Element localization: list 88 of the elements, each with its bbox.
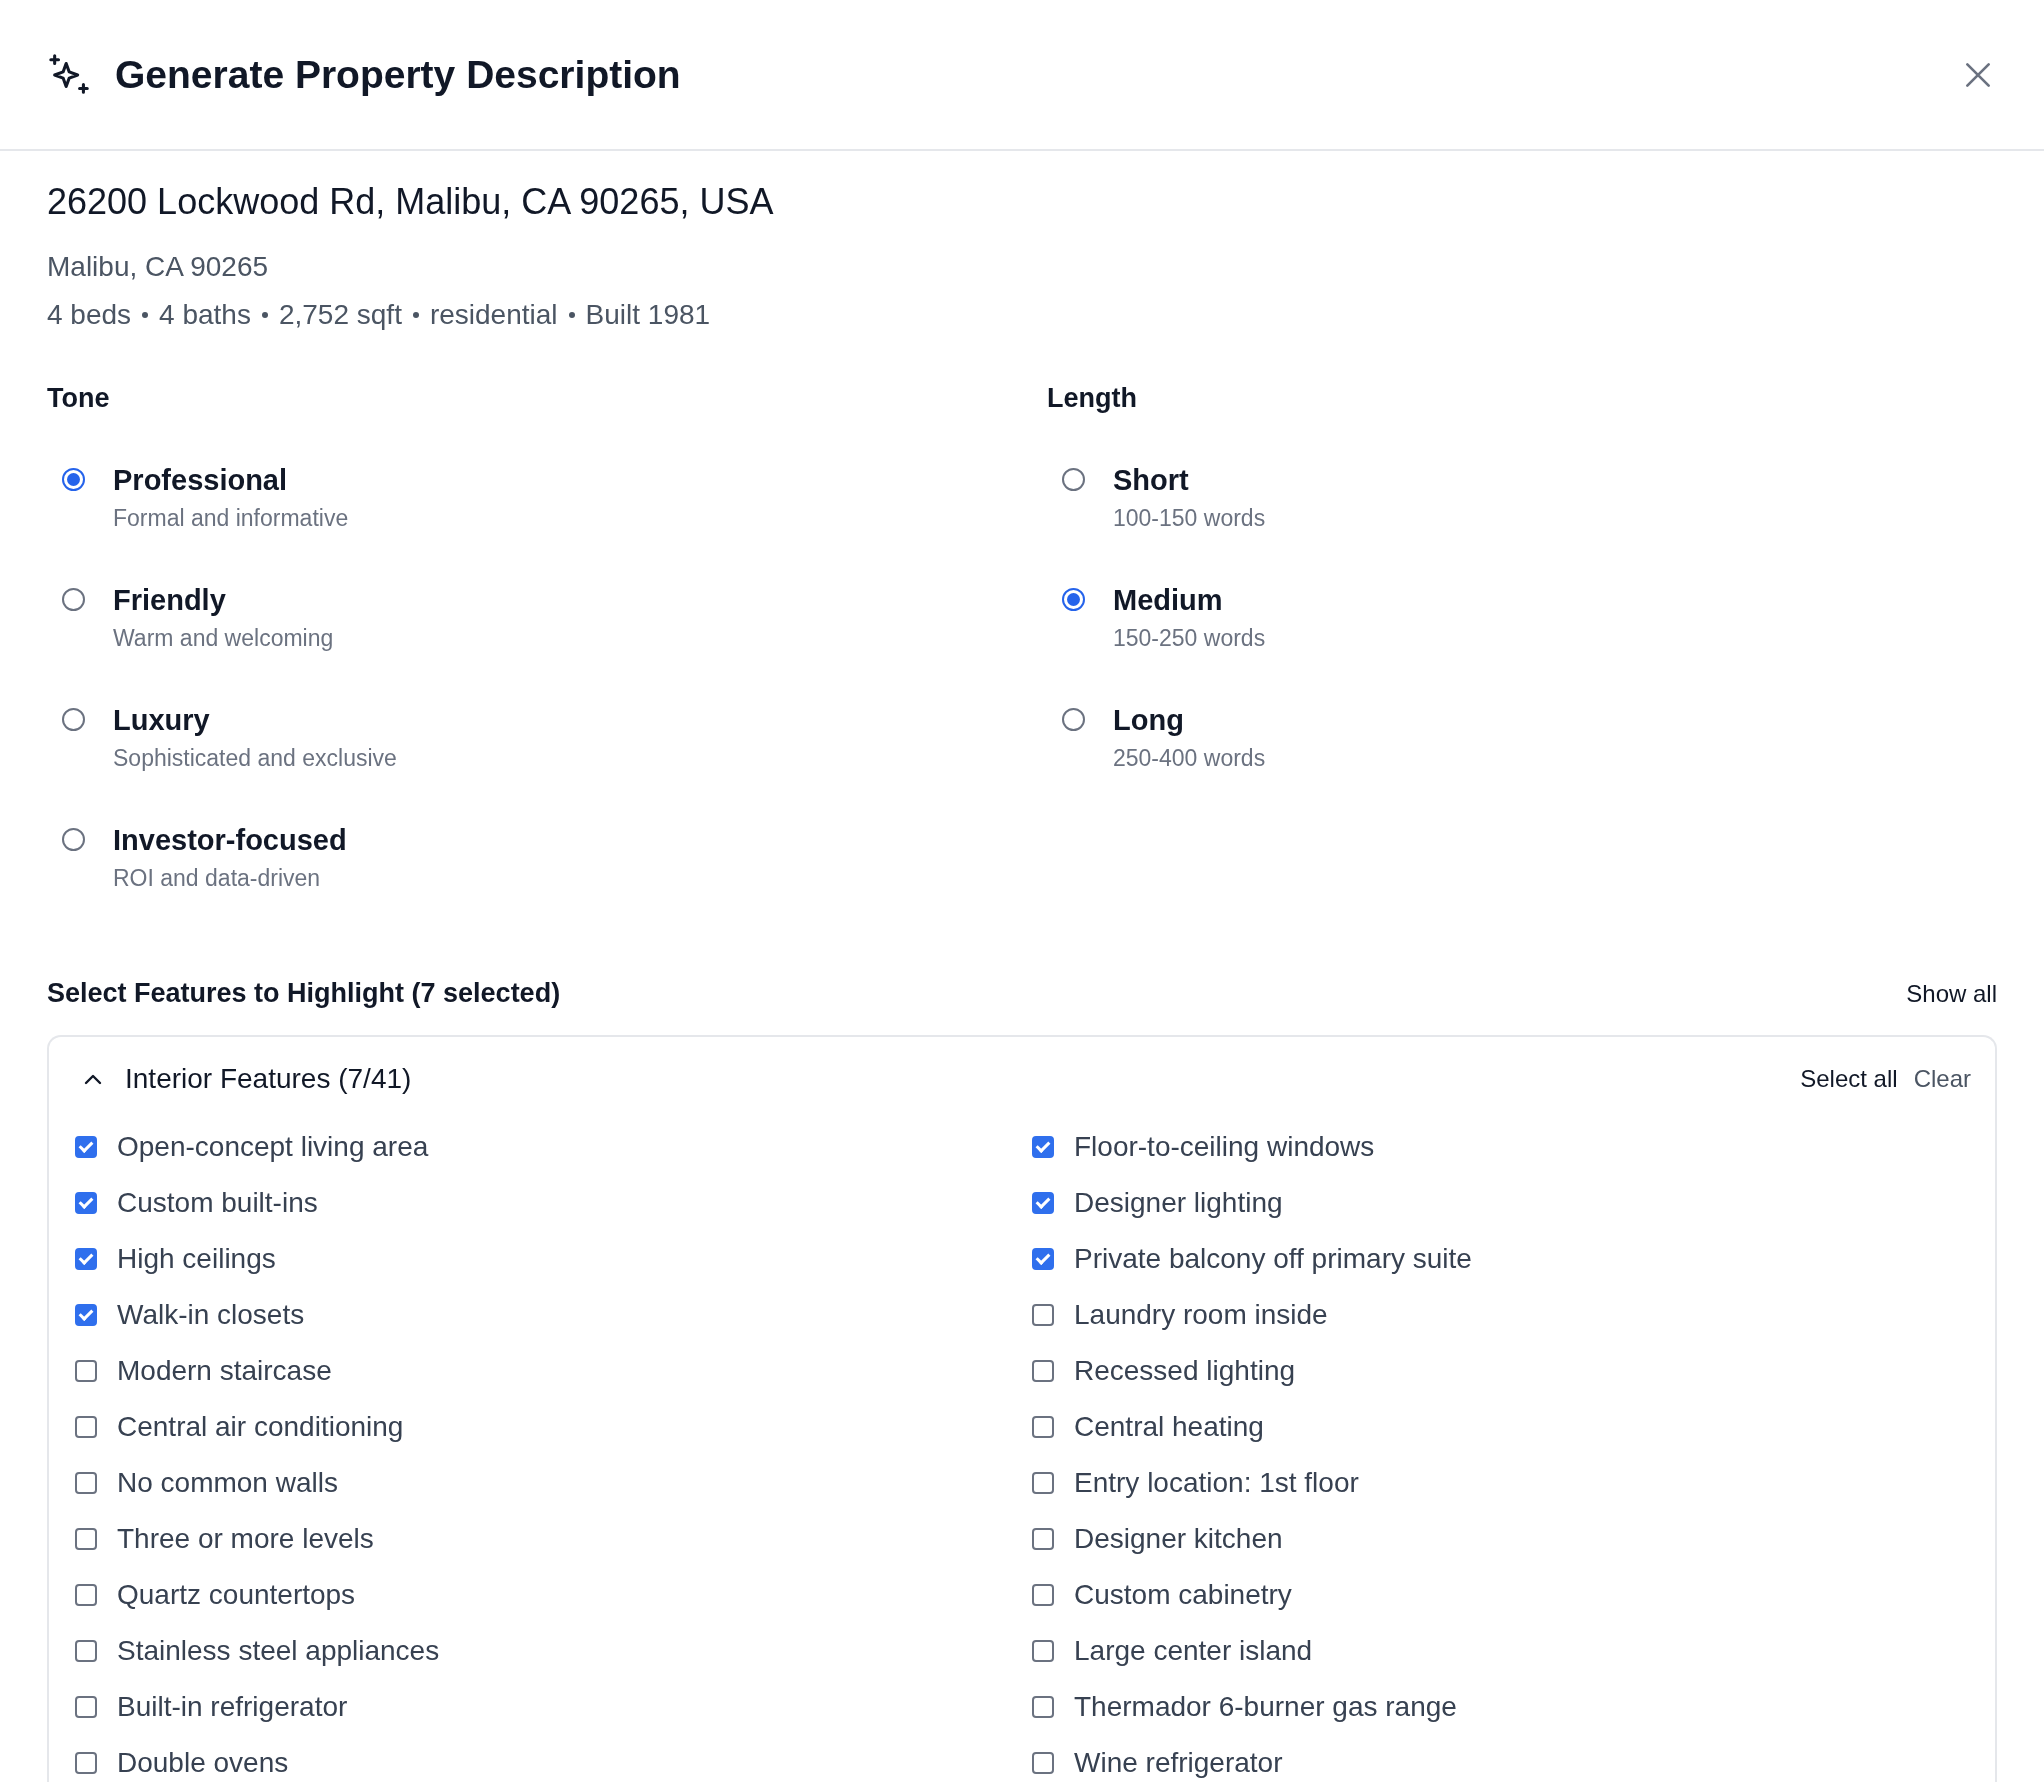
- property-fact: 2,752 sqft: [278, 299, 402, 331]
- feature-label: Wine refrigerator: [1074, 1747, 1283, 1779]
- property-fact: Built 1981: [585, 299, 711, 331]
- checkbox[interactable]: [1032, 1472, 1054, 1494]
- checkbox[interactable]: [1032, 1192, 1054, 1214]
- option-title: Friendly: [113, 584, 227, 617]
- feature-label: Stainless steel appliances: [117, 1635, 440, 1667]
- option-title: Medium: [1113, 584, 1224, 617]
- checkbox[interactable]: [1032, 1640, 1054, 1662]
- feature-label: Private balcony off primary suite: [1074, 1243, 1472, 1275]
- checkbox[interactable]: [1032, 1136, 1054, 1158]
- radio-button[interactable]: [62, 828, 85, 851]
- feature-label: Laundry room inside: [1074, 1299, 1328, 1331]
- option-title: Investor-focused: [113, 824, 347, 857]
- feature-label: High ceilings: [117, 1243, 276, 1275]
- feature-label: Entry location: 1st floor: [1074, 1467, 1359, 1499]
- radio-button[interactable]: [1062, 588, 1085, 611]
- separator-dot: [568, 312, 575, 318]
- features-heading: Select Features to Highlight (7 selected): [47, 978, 561, 1009]
- property-address: 26200 Lockwood Rd, Malibu, CA 90265, USA: [47, 181, 775, 223]
- property-fact: residential: [429, 299, 558, 331]
- feature-label: Large center island: [1074, 1635, 1313, 1667]
- option-title: Luxury: [113, 704, 211, 737]
- option-title: Long: [1113, 704, 1185, 737]
- property-locality: Malibu, CA 90265: [47, 251, 270, 283]
- checkbox[interactable]: [75, 1360, 97, 1382]
- group-label: Tone: [47, 383, 111, 414]
- radio-button[interactable]: [1062, 708, 1085, 731]
- option-description: 100-150 words: [1113, 505, 1266, 532]
- checkbox[interactable]: [75, 1136, 97, 1158]
- checkbox[interactable]: [75, 1752, 97, 1774]
- show-all-link[interactable]: Show all: [1906, 979, 1997, 1008]
- group-label: Length: [1047, 383, 1138, 414]
- option-description: ROI and data-driven: [113, 865, 322, 892]
- checkbox[interactable]: [1032, 1528, 1054, 1550]
- checkbox[interactable]: [75, 1584, 97, 1606]
- feature-group-title: Interior Features (7/41): [125, 1063, 413, 1095]
- feature-label: Designer kitchen: [1074, 1523, 1283, 1555]
- option-title: Short: [1113, 464, 1190, 497]
- feature-label: No common walls: [117, 1467, 338, 1499]
- separator-dot: [142, 312, 149, 318]
- option-description: 150-250 words: [1113, 625, 1266, 652]
- clear-link[interactable]: Clear: [1913, 1065, 1971, 1093]
- checkbox[interactable]: [75, 1472, 97, 1494]
- feature-label: Built-in refrigerator: [117, 1691, 348, 1723]
- option-description: Formal and informative: [113, 505, 349, 532]
- feature-label: Central heating: [1074, 1411, 1264, 1443]
- option-title: Professional: [113, 464, 289, 497]
- feature-label: Thermador 6-burner gas range: [1074, 1691, 1457, 1723]
- separator-dot: [412, 312, 419, 318]
- checkbox[interactable]: [75, 1640, 97, 1662]
- checkbox[interactable]: [75, 1416, 97, 1438]
- option-description: Warm and welcoming: [113, 625, 334, 652]
- option-description: 250-400 words: [1113, 745, 1266, 772]
- option-description: Sophisticated and exclusive: [113, 745, 397, 772]
- checkbox[interactable]: [1032, 1416, 1054, 1438]
- radio-button[interactable]: [62, 588, 85, 611]
- feature-label: Custom cabinetry: [1074, 1579, 1292, 1611]
- checkbox[interactable]: [1032, 1752, 1054, 1774]
- feature-label: Three or more levels: [117, 1523, 374, 1555]
- feature-label: Floor-to-ceiling windows: [1074, 1131, 1375, 1163]
- radio-button[interactable]: [62, 468, 85, 491]
- checkbox[interactable]: [1032, 1696, 1054, 1718]
- select-all-link[interactable]: Select all: [1800, 1065, 1898, 1093]
- checkbox[interactable]: [1032, 1360, 1054, 1382]
- separator-dot: [261, 312, 268, 318]
- feature-label: Open-concept living area: [117, 1131, 429, 1163]
- checkbox[interactable]: [75, 1696, 97, 1718]
- feature-label: Central air conditioning: [117, 1411, 404, 1443]
- feature-label: Recessed lighting: [1074, 1355, 1296, 1387]
- feature-label: Designer lighting: [1074, 1187, 1283, 1219]
- checkbox[interactable]: [75, 1248, 97, 1270]
- checkbox[interactable]: [1032, 1584, 1054, 1606]
- radio-button[interactable]: [62, 708, 85, 731]
- checkbox[interactable]: [75, 1528, 97, 1550]
- dialog-title: Generate Property Description: [115, 52, 682, 97]
- feature-label: Quartz countertops: [117, 1579, 356, 1611]
- feature-label: Custom built-ins: [117, 1187, 318, 1219]
- property-fact: 4 baths: [159, 299, 251, 331]
- feature-label: Double ovens: [117, 1747, 289, 1779]
- property-fact: 4 beds: [47, 299, 132, 331]
- checkbox[interactable]: [75, 1304, 97, 1326]
- feature-label: Walk-in closets: [117, 1299, 305, 1331]
- feature-label: Modern staircase: [117, 1355, 332, 1387]
- checkbox[interactable]: [1032, 1304, 1054, 1326]
- checkbox[interactable]: [75, 1192, 97, 1214]
- radio-button[interactable]: [1062, 468, 1085, 491]
- checkbox[interactable]: [1032, 1248, 1054, 1270]
